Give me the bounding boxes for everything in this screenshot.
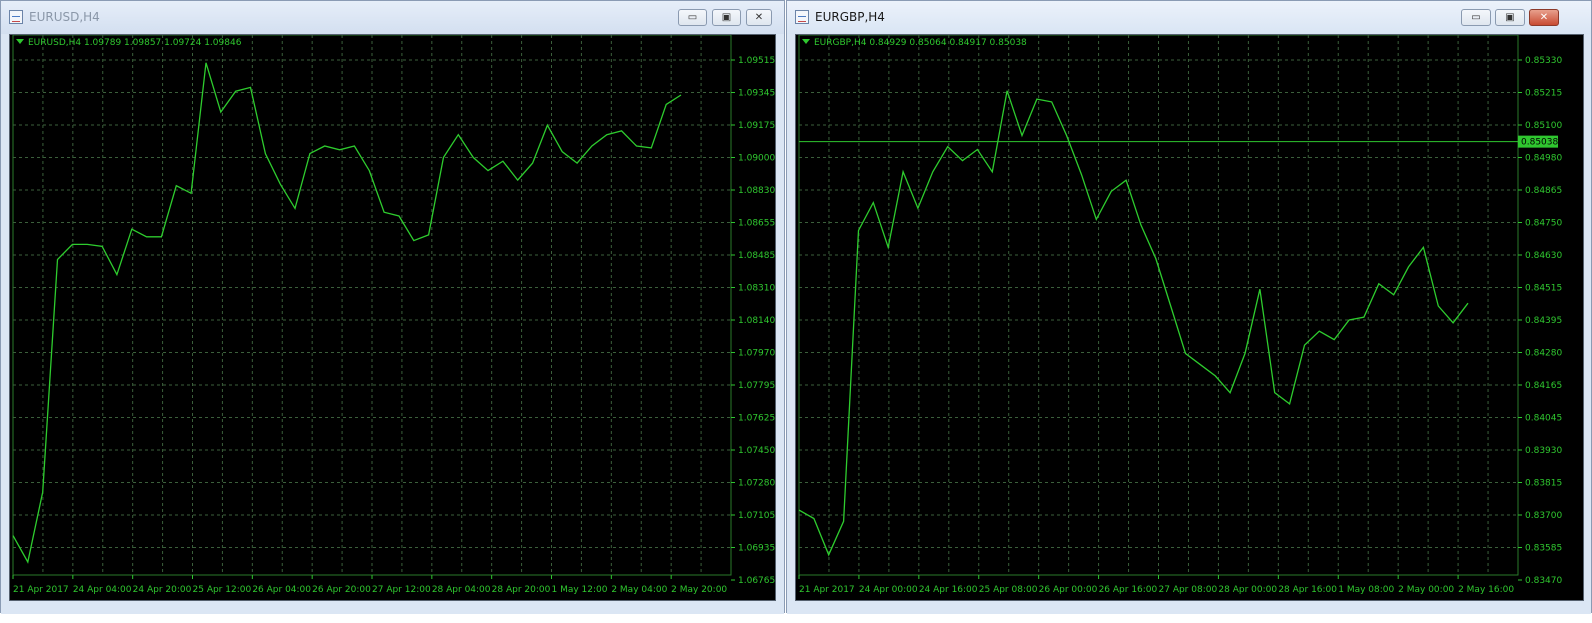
x-tick-label: 26 Apr 00:00 [1039, 585, 1098, 595]
chart-window-icon [9, 10, 23, 24]
y-tick-label: 1.09345 [738, 89, 775, 99]
y-tick-label: 1.06935 [738, 544, 775, 554]
x-tick-label: 1 May 08:00 [1338, 585, 1394, 595]
y-tick-label: 0.83700 [1525, 511, 1562, 521]
chart-svg[interactable]: 0.85330 0.85215 0.85100 0.84980 0.84865 0.847… [796, 35, 1583, 600]
minimize-button[interactable]: ▭ [1461, 9, 1491, 26]
x-tick-label: 26 Apr 20:00 [312, 585, 371, 595]
y-tick-label: 0.84280 [1525, 349, 1562, 359]
window-bottom-border [787, 601, 1591, 614]
dropdown-triangle-icon[interactable] [802, 39, 810, 44]
chart-info-label: EURUSD,H4 1.09789 1.09857 1.09724 1.0984… [16, 38, 241, 48]
x-tick-label: 24 Apr 00:00 [859, 585, 918, 595]
title-bar[interactable]: EURGBP,H4 ▭ ▣ ✕ [787, 1, 1591, 34]
x-tick-label: 21 Apr 2017 [13, 585, 69, 595]
y-tick-label: 0.85330 [1525, 56, 1562, 66]
x-tick-label: 24 Apr 04:00 [73, 585, 132, 595]
window-bottom-border [1, 601, 784, 614]
y-tick-label: 1.07625 [738, 414, 775, 424]
y-tick-label: 0.84395 [1525, 316, 1562, 326]
y-tick-label: 0.83470 [1525, 576, 1562, 586]
chart-window-eurgbp[interactable]: EURGBP,H4 ▭ ▣ ✕ 0.85330 0.85215 0.85100 0.8… [786, 0, 1592, 614]
x-tick-label: 28 Apr 16:00 [1278, 585, 1337, 595]
y-tick-label: 1.07280 [738, 479, 775, 489]
x-tick-label: 1 May 12:00 [552, 585, 608, 595]
y-tick-label: 0.83585 [1525, 544, 1562, 554]
chart-window-eurusd[interactable]: EURUSD,H4 ▭ ▣ ✕ 1.09515 1.09345 1.09175 1.0… [0, 0, 785, 614]
y-tick-label: 1.08830 [738, 186, 775, 196]
y-tick-label: 0.84045 [1525, 414, 1562, 424]
x-tick-label: 2 May 16:00 [1458, 585, 1514, 595]
y-tick-label: 0.83815 [1525, 479, 1562, 489]
y-tick-label: 0.83930 [1525, 446, 1562, 456]
x-tick-label: 21 Apr 2017 [799, 585, 855, 595]
y-tick-label: 0.84980 [1525, 154, 1562, 164]
y-tick-label: 1.09175 [738, 121, 775, 131]
y-tick-label: 0.84515 [1525, 284, 1562, 294]
y-tick-label: 1.07970 [738, 349, 775, 359]
close-button[interactable]: ✕ [1529, 9, 1559, 26]
y-tick-label: 1.09000 [738, 154, 775, 164]
x-tick-label: 28 Apr 00:00 [1218, 585, 1277, 595]
y-tick-label: 0.84165 [1525, 381, 1562, 391]
chart-svg[interactable]: 1.09515 1.09345 1.09175 1.09000 1.08830 1.086… [10, 35, 775, 600]
x-tick-label: 27 Apr 08:00 [1159, 585, 1218, 595]
y-tick-label: 1.09515 [738, 56, 775, 66]
x-tick-label: 27 Apr 12:00 [372, 585, 431, 595]
y-tick-label: 1.08655 [738, 219, 775, 229]
x-tick-label: 25 Apr 12:00 [193, 585, 252, 595]
y-tick-label: 1.07450 [738, 446, 775, 456]
y-tick-label: 1.08140 [738, 316, 775, 326]
x-tick-label: 25 Apr 08:00 [979, 585, 1038, 595]
y-tick-label: 1.08310 [738, 284, 775, 294]
y-tick-label: 0.84865 [1525, 186, 1562, 196]
x-tick-label: 24 Apr 20:00 [133, 585, 192, 595]
y-tick-label: 1.06765 [738, 576, 775, 586]
current-price-label: 0.85038 [1521, 138, 1558, 148]
y-tick-label: 1.08485 [738, 251, 775, 261]
maximize-button[interactable]: ▣ [712, 9, 741, 26]
x-tick-label: 2 May 04:00 [611, 585, 667, 595]
chart-info-label: EURGBP,H4 0.84929 0.85064 0.84917 0.8503… [802, 38, 1027, 48]
window-title: EURUSD,H4 [29, 10, 100, 24]
y-tick-label: 0.85215 [1525, 89, 1562, 99]
y-tick-label: 1.07105 [738, 511, 775, 521]
price-chart[interactable]: 1.09515 1.09345 1.09175 1.09000 1.08830 1.086… [9, 34, 776, 601]
minimize-button[interactable]: ▭ [678, 9, 707, 26]
price-line [798, 90, 1469, 557]
y-tick-label: 1.07795 [738, 381, 775, 391]
x-tick-label: 26 Apr 04:00 [252, 585, 311, 595]
x-tick-label: 24 Apr 16:00 [919, 585, 978, 595]
y-tick-label: 0.84630 [1525, 251, 1562, 261]
close-button[interactable]: ✕ [746, 9, 772, 26]
y-tick-label: 0.84750 [1525, 219, 1562, 229]
x-tick-label: 2 May 00:00 [1398, 585, 1454, 595]
maximize-button[interactable]: ▣ [1495, 9, 1525, 26]
price-line [12, 62, 682, 564]
x-tick-label: 2 May 20:00 [671, 585, 727, 595]
y-tick-label: 0.85100 [1525, 121, 1562, 131]
title-bar[interactable]: EURUSD,H4 ▭ ▣ ✕ [1, 1, 784, 34]
x-tick-label: 26 Apr 16:00 [1099, 585, 1158, 595]
price-chart[interactable]: 0.85330 0.85215 0.85100 0.84980 0.84865 0.847… [795, 34, 1584, 601]
chart-window-icon [795, 10, 809, 24]
dropdown-triangle-icon[interactable] [16, 39, 24, 44]
x-tick-label: 28 Apr 20:00 [492, 585, 551, 595]
window-title: EURGBP,H4 [815, 10, 885, 24]
x-tick-label: 28 Apr 04:00 [432, 585, 491, 595]
